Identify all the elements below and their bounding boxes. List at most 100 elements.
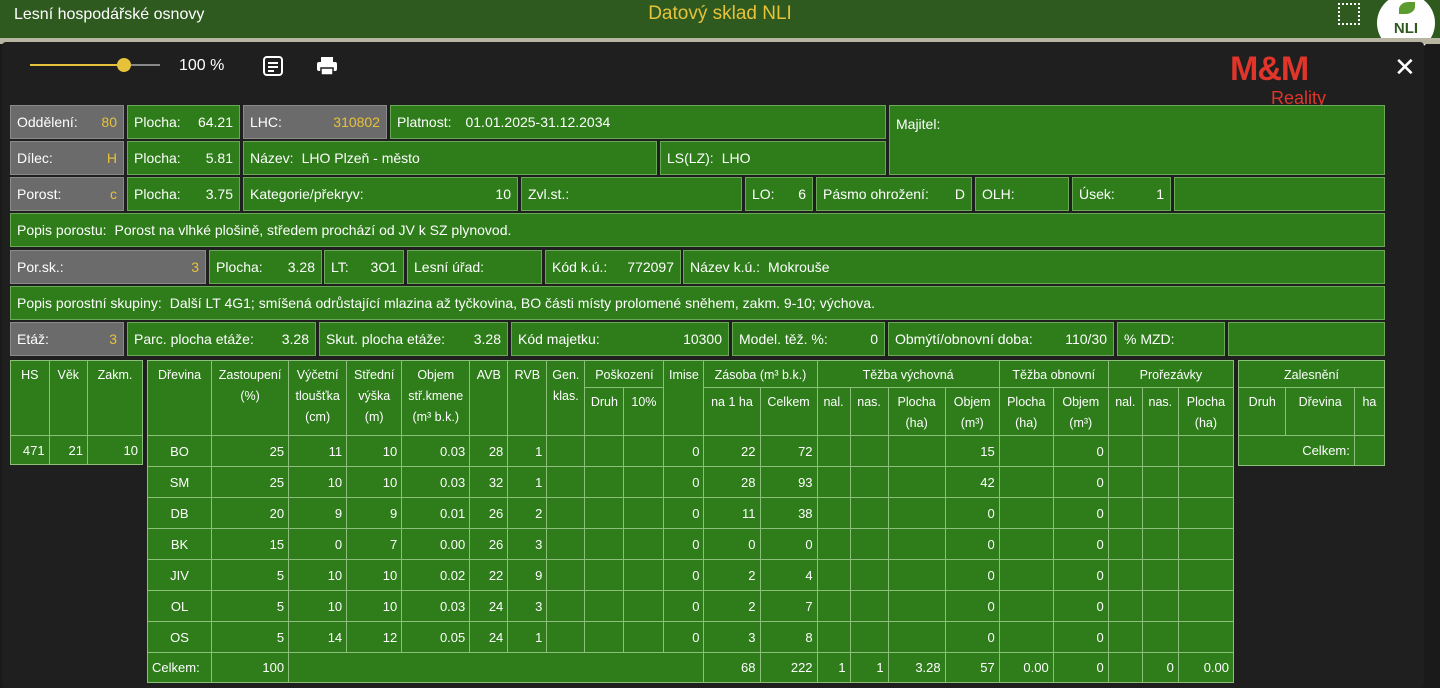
cell-celkem: 93 xyxy=(759,466,818,498)
total-pr-nas: 0 xyxy=(1141,652,1179,683)
usek-value: 1 xyxy=(1156,186,1164,202)
cell-tv-objem: 0 xyxy=(944,590,1000,622)
zoom-slider-knob[interactable] xyxy=(116,58,131,72)
imise-header: Imise xyxy=(663,360,705,436)
cell-gen xyxy=(546,590,586,622)
cell-rvb: 2 xyxy=(507,497,548,529)
vycetni-header: Výčetní tloušťka (cm) xyxy=(288,360,348,436)
tezba-obnovni-header: Těžba obnovní xyxy=(998,360,1109,388)
cell-tv-plocha xyxy=(887,590,946,622)
cell-pct10 xyxy=(623,621,665,653)
nazevku-value: Mokrouše xyxy=(768,259,830,275)
cell-druh xyxy=(584,497,625,529)
tv-plocha-header: Plocha (ha) xyxy=(887,387,946,436)
total-to-plocha: 0.00 xyxy=(998,652,1054,683)
pr-nal-header: nal. xyxy=(1107,387,1143,436)
cell-pr-nal xyxy=(1107,497,1143,529)
zoom-slider[interactable] xyxy=(30,58,160,72)
pr-plocha-header: Plocha (ha) xyxy=(1177,387,1235,436)
cell-vyska: 10 xyxy=(346,435,403,467)
zalesneni-header: Zalesnění xyxy=(1238,360,1385,388)
cell-druh xyxy=(584,435,625,467)
cell-pct10 xyxy=(623,559,665,591)
plocha2-cell: Plocha: 5.81 xyxy=(127,141,240,175)
cell-pr-plocha xyxy=(1177,466,1235,498)
zoom-label: 100 % xyxy=(179,57,225,74)
cell-tv-nal xyxy=(816,621,851,653)
kategorie-cell: Kategorie/překryv: 10 xyxy=(243,177,518,211)
lslz-cell: LS(LZ): LHO xyxy=(660,141,886,175)
dilec-label: Dílec: xyxy=(17,150,53,166)
total-tv-plocha: 3.28 xyxy=(887,652,946,683)
model-label: Model. těž. %: xyxy=(739,331,828,347)
popis-porostu-cell: Popis porostu: Porost na vlhké plošině, s… xyxy=(10,213,1385,247)
cell-objem: 0.03 xyxy=(401,466,471,498)
selection-icon[interactable] xyxy=(1338,3,1360,25)
table-row: OS 5 14 12 0.05 24 1 0 3 8 0 0 xyxy=(146,621,1235,653)
cell-tv-nal xyxy=(816,466,851,498)
cell-tv-nal xyxy=(816,590,851,622)
table-row: JIV 5 10 10 0.02 22 9 0 2 4 0 0 xyxy=(146,559,1235,591)
cell-objem: 0.03 xyxy=(401,590,471,622)
cell-gen xyxy=(546,528,586,560)
cell-to-objem: 0 xyxy=(1052,621,1109,653)
pct10-header: 10% xyxy=(623,387,665,436)
cell-tloustka: 10 xyxy=(288,466,348,498)
kodmaj-value: 10300 xyxy=(683,331,722,347)
empty-cell-2 xyxy=(1228,322,1385,356)
cell-vyska: 10 xyxy=(346,559,403,591)
document-icon[interactable] xyxy=(262,55,284,77)
nazevku-label: Název k.ú.: xyxy=(690,259,761,275)
cell-tv-nal xyxy=(816,559,851,591)
cell-tv-plocha xyxy=(887,466,946,498)
cell-to-plocha xyxy=(998,528,1054,560)
popis-skupiny-label: Popis porostní skupiny: xyxy=(17,295,162,311)
avb-header: AVB xyxy=(469,360,509,436)
majitel-label: Majitel: xyxy=(896,116,941,132)
cell-tv-objem: 15 xyxy=(944,435,1000,467)
top-bar: Lesní hospodářské osnovy Datový sklad NL… xyxy=(0,0,1440,38)
obmyti-value: 110/30 xyxy=(1065,331,1107,347)
zal-drevina-header: Dřevina xyxy=(1285,387,1355,436)
oddeleni-value: 80 xyxy=(101,114,117,130)
gen-header: Gen. klas. xyxy=(546,360,586,436)
parc-cell: Parc. plocha etáže: 3.28 xyxy=(127,322,316,356)
total-pr-plocha: 0.00 xyxy=(1177,652,1235,683)
kodku-cell: Kód k.ú.: 772097 xyxy=(545,250,681,284)
zalesneni-table: Zalesnění Druh Dřevina ha Celkem: xyxy=(1237,360,1386,466)
cell-tloustka: 9 xyxy=(288,497,348,529)
cell-tv-plocha xyxy=(887,559,946,591)
plocha1-label: Plocha: xyxy=(134,114,181,130)
kodku-label: Kód k.ú.: xyxy=(552,259,608,275)
cell-zastoupeni: 5 xyxy=(211,590,290,622)
lo-value: 6 xyxy=(798,186,806,202)
cell-imise: 0 xyxy=(663,621,705,653)
cell-tv-objem: 0 xyxy=(944,528,1000,560)
cell-pr-nas xyxy=(1141,621,1179,653)
cell-to-plocha xyxy=(998,621,1054,653)
print-icon[interactable] xyxy=(316,55,338,77)
cell-to-plocha xyxy=(998,590,1054,622)
cell-celkem: 8 xyxy=(759,621,818,653)
tezba-vychovna-header: Těžba výchovná xyxy=(816,360,1000,388)
cell-pct10 xyxy=(623,435,665,467)
plocha1-cell: Plocha: 64.21 xyxy=(127,105,240,139)
cell-gen xyxy=(546,559,586,591)
cell-tloustka: 14 xyxy=(288,621,348,653)
popis-porostu-label: Popis porostu: xyxy=(17,222,107,238)
cell-to-objem: 0 xyxy=(1052,497,1109,529)
hs-value: 471 xyxy=(10,435,50,465)
cell-gen xyxy=(546,497,586,529)
plocha4-value: 3.28 xyxy=(287,259,315,275)
obmyti-label: Obmýtí/obnovní doba: xyxy=(895,331,1033,347)
cell-to-objem: 0 xyxy=(1052,559,1109,591)
lo-label: LO: xyxy=(752,186,775,202)
mzd-label: % MZD: xyxy=(1124,331,1175,347)
mzd-cell: % MZD: xyxy=(1117,322,1225,356)
olh-label: OLH: xyxy=(982,186,1015,202)
vek-value: 21 xyxy=(48,435,89,465)
close-icon[interactable]: ✕ xyxy=(1394,52,1416,83)
porost-value: c xyxy=(110,186,117,202)
cell-to-objem: 0 xyxy=(1052,528,1109,560)
cell-tv-objem: 42 xyxy=(944,466,1000,498)
